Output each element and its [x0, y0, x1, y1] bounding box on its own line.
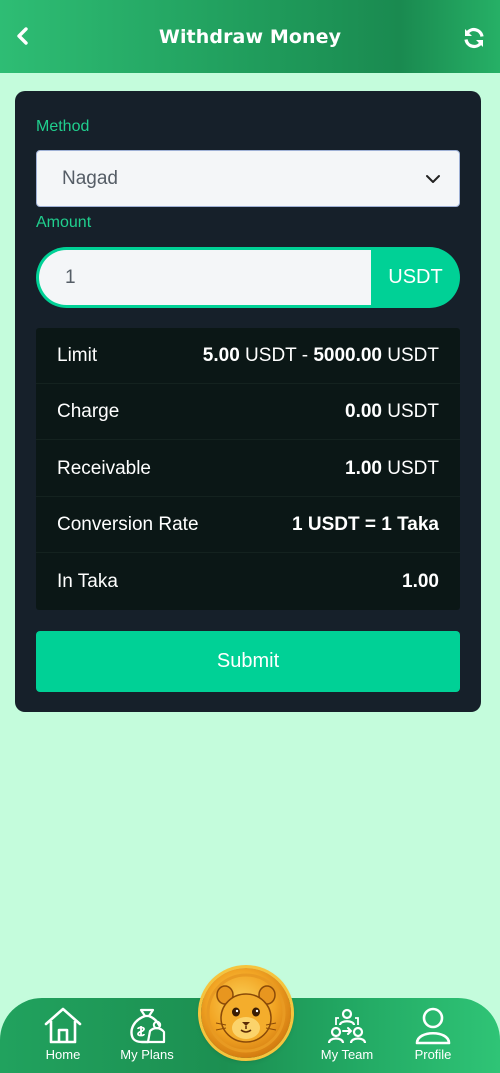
nav-label-my-team: My Team: [320, 1047, 374, 1062]
conversion-rate-row: Conversion Rate 1 USDT = 1 Taka: [36, 497, 460, 553]
receivable-value: 1.00 USDT: [345, 457, 439, 479]
withdraw-summary-table: Limit 5.00 USDT - 5000.00 USDT Charge 0.…: [36, 328, 460, 610]
page-title: Withdraw Money: [158, 25, 342, 48]
nav-label-my-plans: My Plans: [120, 1047, 174, 1062]
nav-item-my-plans[interactable]: My Plans: [107, 998, 187, 1073]
hamster-coin-button[interactable]: [201, 968, 291, 1058]
back-button[interactable]: [10, 22, 36, 50]
nav-item-my-team[interactable]: My Team: [307, 998, 387, 1073]
amount-label: Amount: [36, 214, 92, 231]
limit-value: 5.00 USDT - 5000.00 USDT: [202, 344, 439, 366]
amount-input[interactable]: [39, 250, 371, 305]
nav-label-profile: Profile: [414, 1047, 452, 1062]
method-select[interactable]: Nagad: [36, 150, 460, 207]
conversion-rate-value: 1 USDT = 1 Taka: [292, 513, 439, 535]
refresh-button[interactable]: [462, 26, 486, 50]
in-taka-label: In Taka: [57, 571, 118, 592]
nav-item-profile[interactable]: Profile: [393, 998, 473, 1073]
user-icon: [415, 1007, 451, 1045]
charge-value: 0.00 USDT: [345, 400, 439, 422]
chevron-down-icon: [426, 175, 440, 183]
charge-label: Charge: [57, 400, 120, 422]
method-label: Method: [36, 118, 90, 135]
nav-item-home[interactable]: Home: [23, 998, 103, 1073]
limit-row: Limit 5.00 USDT - 5000.00 USDT: [36, 328, 460, 384]
limit-label: Limit: [57, 344, 98, 366]
chevron-left-icon: [17, 27, 28, 45]
nav-label-home: Home: [45, 1047, 81, 1062]
team-icon: [327, 1008, 367, 1044]
refresh-icon: [464, 27, 484, 49]
receivable-row: Receivable 1.00 USDT: [36, 441, 460, 497]
submit-button[interactable]: Submit: [36, 631, 460, 692]
withdraw-card: Method Nagad Amount USDT Limit 5.00 USDT…: [15, 91, 481, 712]
hamster-coin-icon: [206, 973, 286, 1053]
charge-row: Charge 0.00 USDT: [36, 384, 460, 440]
receivable-label: Receivable: [57, 457, 151, 479]
in-taka-row: In Taka 1.00: [36, 554, 460, 610]
amount-unit-badge: USDT: [388, 266, 443, 288]
amount-input-group: USDT: [36, 247, 460, 308]
in-taka-value: 1.00: [402, 571, 439, 592]
header-bar: Withdraw Money: [0, 0, 500, 73]
money-bag-icon: [130, 1008, 166, 1044]
method-selected-value: Nagad: [62, 167, 118, 189]
conversion-rate-label: Conversion Rate: [57, 513, 199, 535]
home-icon: [44, 1007, 82, 1044]
